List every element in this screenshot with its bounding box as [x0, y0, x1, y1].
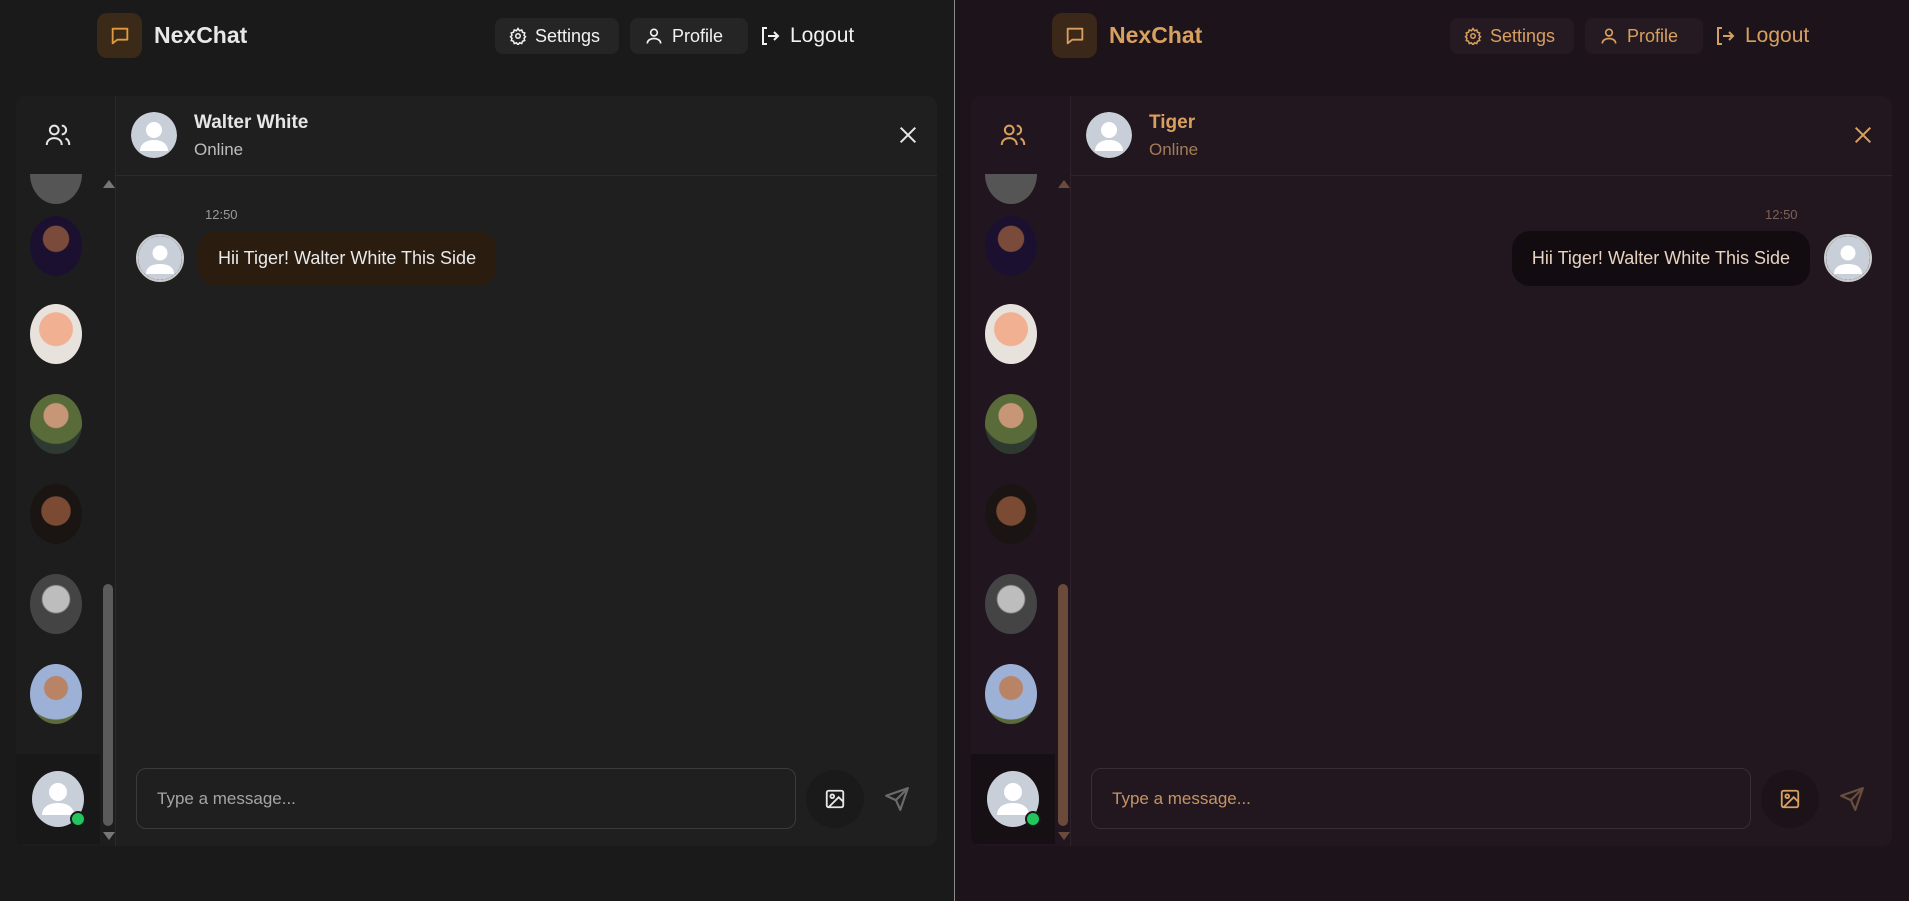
contact-avatar[interactable] — [30, 174, 82, 204]
logout-button[interactable]: Logout — [752, 18, 860, 54]
contact-avatar[interactable] — [985, 304, 1037, 364]
contacts-sidebar — [971, 96, 1071, 846]
send-icon[interactable] — [1825, 772, 1879, 826]
message-bubble: Hii Tiger! Walter White This Side — [1511, 231, 1810, 286]
logout-label: Logout — [790, 24, 855, 47]
contact-avatar[interactable] — [985, 216, 1037, 276]
close-icon[interactable] — [895, 122, 921, 148]
chat-user-status: Online — [1149, 140, 1199, 159]
settings-button[interactable]: Settings — [495, 18, 619, 54]
users-icon[interactable] — [16, 96, 100, 174]
settings-label: Settings — [1490, 25, 1556, 46]
message-avatar — [136, 234, 184, 282]
contacts-sidebar — [16, 96, 116, 846]
profile-button[interactable]: Profile — [630, 18, 748, 54]
top-navbar: NexChat Settings Profile Logout — [955, 0, 1909, 72]
image-upload-icon[interactable] — [806, 770, 864, 828]
logo-icon[interactable] — [1052, 13, 1097, 58]
contact-list[interactable] — [16, 174, 100, 846]
chat-window-amber: NexChat Settings Profile Logout Tiger On… — [955, 0, 1909, 901]
scroll-thumb[interactable] — [103, 584, 113, 826]
brand-name[interactable]: NexChat — [154, 22, 247, 49]
user-icon — [646, 28, 662, 44]
chat-user-avatar — [131, 112, 177, 158]
chat-header: Tiger Online — [1071, 96, 1892, 176]
contact-avatar[interactable] — [985, 394, 1037, 454]
settings-button[interactable]: Settings — [1450, 18, 1574, 54]
image-upload-icon[interactable] — [1761, 770, 1819, 828]
chat-panel: Tiger Online 12:50 Hii Tiger! Walter Whi… — [1071, 96, 1892, 846]
online-status-dot — [1025, 811, 1041, 827]
profile-button[interactable]: Profile — [1585, 18, 1703, 54]
chat-user-avatar — [1086, 112, 1132, 158]
logout-icon — [1717, 27, 1735, 45]
contact-avatar[interactable] — [985, 574, 1037, 634]
brand-name[interactable]: NexChat — [1109, 22, 1202, 49]
logo-icon[interactable] — [97, 13, 142, 58]
message-time: 12:50 — [205, 207, 238, 222]
contact-scrollbar[interactable] — [100, 174, 116, 846]
users-icon[interactable] — [971, 96, 1055, 174]
contact-avatar[interactable] — [985, 174, 1037, 204]
message-bubble: Hii Tiger! Walter White This Side — [198, 231, 497, 286]
chat-container: Walter White Online 12:50 Hii Tiger! Wal… — [16, 96, 937, 846]
scroll-down-arrow[interactable] — [103, 832, 115, 840]
contact-avatar[interactable] — [30, 216, 82, 276]
contact-scrollbar[interactable] — [1055, 174, 1071, 846]
profile-label: Profile — [672, 25, 724, 46]
settings-label: Settings — [535, 25, 601, 46]
contact-avatar[interactable] — [30, 304, 82, 364]
profile-label: Profile — [1627, 25, 1679, 46]
contact-selected[interactable] — [971, 754, 1055, 844]
message-time: 12:50 — [1765, 207, 1798, 222]
contact-avatar[interactable] — [30, 394, 82, 454]
chat-window-dark: NexChat Settings Profile Logout Walter W… — [0, 0, 954, 901]
chat-container: Tiger Online 12:50 Hii Tiger! Walter Whi… — [971, 96, 1892, 846]
contact-avatar[interactable] — [985, 664, 1037, 724]
chat-header: Walter White Online — [116, 96, 937, 176]
message-input[interactable]: Type a message... — [1091, 768, 1751, 829]
gear-icon — [509, 27, 527, 45]
scroll-up-arrow[interactable] — [103, 180, 115, 188]
gear-icon — [1464, 27, 1482, 45]
contact-avatar[interactable] — [30, 574, 82, 634]
chat-user-name: Tiger — [1149, 112, 1196, 133]
contact-avatar[interactable] — [30, 664, 82, 724]
online-status-dot — [70, 811, 86, 827]
logout-label: Logout — [1745, 24, 1810, 47]
logout-button[interactable]: Logout — [1707, 18, 1815, 54]
contact-selected[interactable] — [16, 754, 100, 844]
message-avatar — [1824, 234, 1872, 282]
scroll-thumb[interactable] — [1058, 584, 1068, 826]
contact-avatar[interactable] — [30, 484, 82, 544]
contact-avatar[interactable] — [985, 484, 1037, 544]
scroll-down-arrow[interactable] — [1058, 832, 1070, 840]
send-icon[interactable] — [870, 772, 924, 826]
logout-icon — [762, 27, 780, 45]
user-icon — [1601, 28, 1617, 44]
chat-user-name: Walter White — [194, 112, 309, 133]
chat-panel: Walter White Online 12:50 Hii Tiger! Wal… — [116, 96, 937, 846]
message-input[interactable]: Type a message... — [136, 768, 796, 829]
top-navbar: NexChat Settings Profile Logout — [0, 0, 954, 72]
close-icon[interactable] — [1850, 122, 1876, 148]
chat-user-status: Online — [194, 140, 244, 159]
contact-list[interactable] — [971, 174, 1055, 846]
scroll-up-arrow[interactable] — [1058, 180, 1070, 188]
